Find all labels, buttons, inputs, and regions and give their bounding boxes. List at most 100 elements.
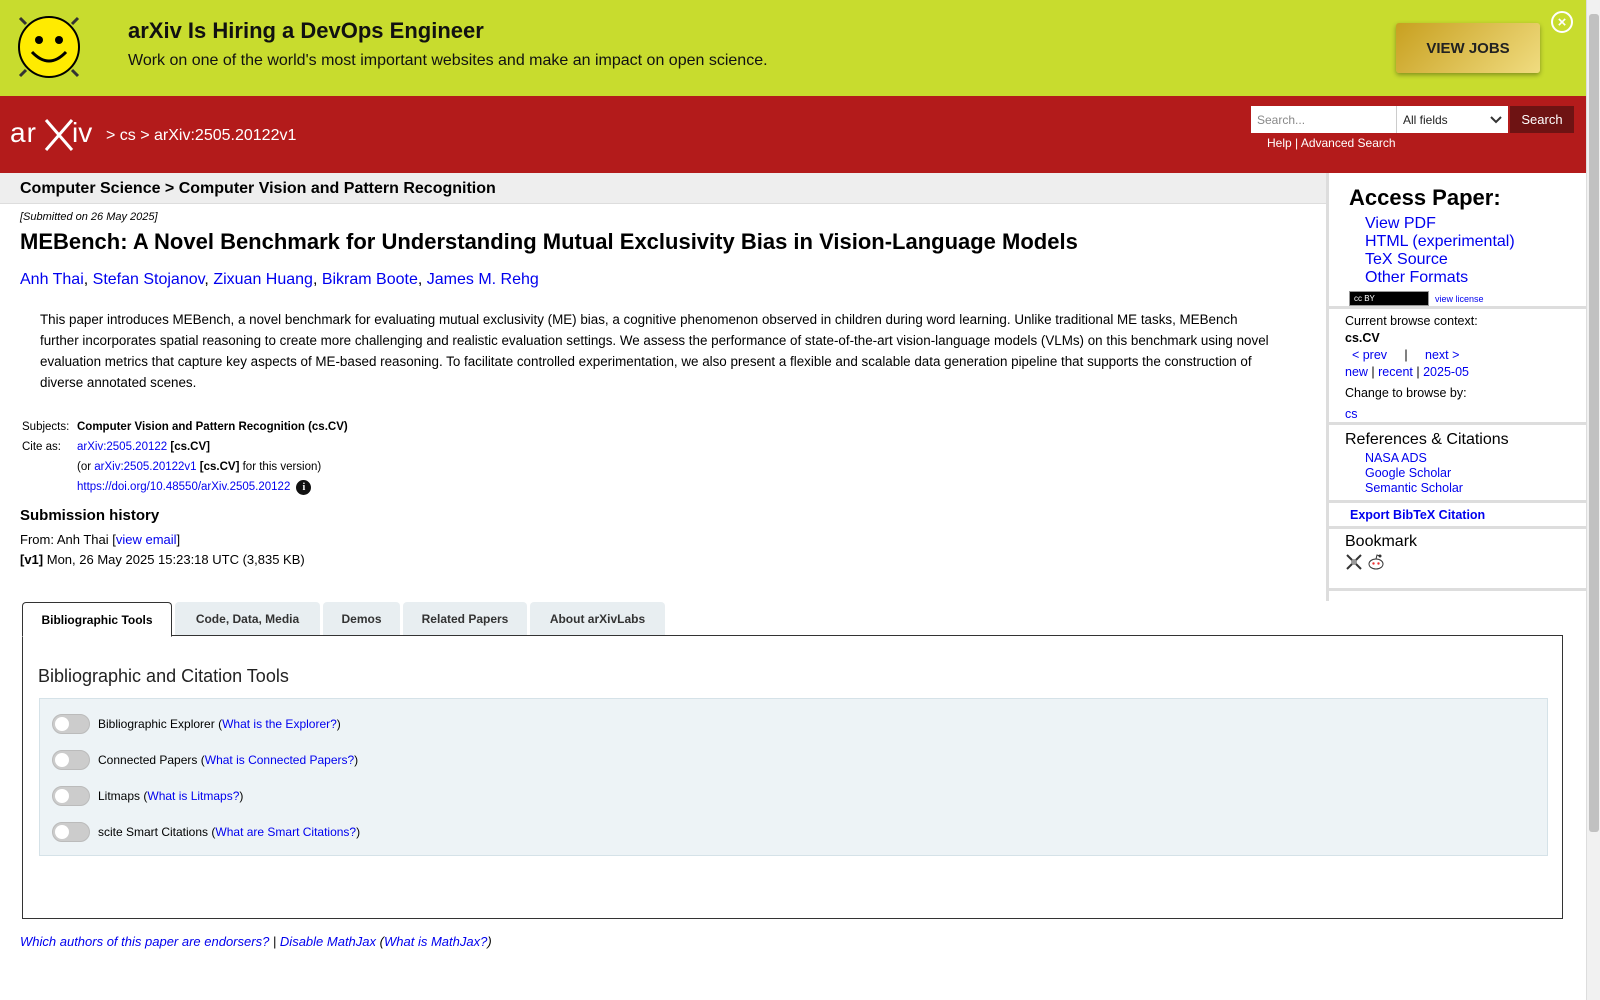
svg-text:iv: iv	[72, 117, 92, 148]
search-input[interactable]: Search...	[1251, 106, 1396, 133]
banner-text: Work on one of the world's most importan…	[128, 52, 768, 69]
prev-link[interactable]: < prev	[1352, 348, 1387, 362]
litmaps-toggle[interactable]	[52, 786, 90, 806]
tool-label: Bibliographic Explorer	[98, 717, 215, 731]
tab-related-papers[interactable]: Related Papers	[403, 602, 527, 635]
export-bibtex-link[interactable]: Export BibTeX Citation	[1350, 508, 1485, 522]
next-link[interactable]: next >	[1425, 348, 1459, 362]
info-icon[interactable]: i	[296, 479, 312, 495]
tool-info-link[interactable]: What is Litmaps?	[147, 789, 239, 803]
tool-row: Bibliographic Explorer (What is the Expl…	[52, 714, 341, 734]
cite-version-link[interactable]: arXiv:2505.20122v1	[94, 461, 196, 473]
context-label: Current browse context:	[1345, 314, 1478, 328]
access-paper-title: Access Paper:	[1349, 185, 1501, 210]
view-email-link[interactable]: view email	[116, 532, 177, 547]
tool-info-link[interactable]: What is Connected Papers?	[205, 753, 354, 767]
view-jobs-button[interactable]: VIEW JOBS	[1396, 23, 1540, 73]
submitted-date: [Submitted on 26 May 2025]	[20, 211, 158, 223]
tab-panel: Bibliographic and Citation Tools Bibliog…	[22, 635, 1563, 919]
subjects-value: Computer Vision and Pattern Recognition …	[77, 421, 348, 433]
cite-link[interactable]: arXiv:2505.20122	[77, 441, 167, 453]
advanced-search-link[interactable]: Advanced Search	[1301, 136, 1396, 150]
browse-cs-link[interactable]: cs	[1345, 407, 1358, 421]
cite-category: [cs.CV]	[170, 441, 210, 453]
author-link[interactable]: Anh Thai	[20, 271, 84, 288]
google-scholar-link[interactable]: Google Scholar	[1365, 466, 1451, 480]
semantic-scholar-link[interactable]: Semantic Scholar	[1365, 481, 1463, 495]
search-field-select[interactable]: All fields	[1396, 106, 1508, 133]
category-path: Computer Science > Computer Vision and P…	[20, 180, 496, 197]
metadata-table: Subjects: Computer Vision and Pattern Re…	[20, 417, 348, 497]
tool-row: Connected Papers (What is Connected Pape…	[52, 750, 358, 770]
breadcrumb-cs[interactable]: cs	[120, 127, 136, 144]
nasa-ads-link[interactable]: NASA ADS	[1365, 451, 1427, 465]
bibliographic-explorer-toggle[interactable]	[52, 714, 90, 734]
doi-link[interactable]: https://doi.org/10.48550/arXiv.2505.2012…	[77, 481, 290, 493]
sidebar: Access Paper: View PDF HTML (experimenta…	[1326, 173, 1586, 601]
panel-title: Bibliographic and Citation Tools	[38, 666, 289, 686]
submission-from: From: Anh Thai [view email]	[20, 532, 181, 547]
new-link[interactable]: new	[1345, 365, 1368, 379]
tab-demos[interactable]: Demos	[323, 602, 400, 635]
view-pdf-link[interactable]: View PDF	[1365, 215, 1436, 232]
view-license-link[interactable]: view license	[1435, 294, 1484, 304]
bookmark-title: Bookmark	[1345, 533, 1418, 550]
site-header: ar iv > cs > arXiv:2505.20122v1 Search..…	[0, 96, 1586, 173]
smiley-logo-icon	[18, 16, 80, 78]
page-scrollbar[interactable]	[1586, 0, 1600, 1000]
scite-toggle[interactable]	[52, 822, 90, 842]
recent-link[interactable]: recent	[1378, 365, 1413, 379]
search-field-value: All fields	[1403, 112, 1448, 127]
tool-info-link[interactable]: What is the Explorer?	[222, 717, 337, 731]
html-link[interactable]: HTML (experimental)	[1365, 233, 1515, 250]
search-links: Help | Advanced Search	[1267, 136, 1396, 150]
tools-box: Bibliographic Explorer (What is the Expl…	[39, 698, 1548, 856]
bookmark-block: Bookmark	[1329, 529, 1586, 591]
search-button[interactable]: Search	[1510, 106, 1574, 133]
svg-text:ar: ar	[10, 117, 37, 148]
author-link[interactable]: Zixuan Huang	[213, 271, 313, 288]
browse-context-block: Current browse context: cs.CV < prev | n…	[1329, 309, 1586, 425]
tab-code-data-media[interactable]: Code, Data, Media	[175, 602, 320, 635]
abstract: This paper introduces MEBench, a novel b…	[40, 312, 1269, 390]
author-link[interactable]: Stefan Stojanov	[93, 271, 205, 288]
tool-row: scite Smart Citations (What are Smart Ci…	[52, 822, 360, 842]
version-1: [v1] Mon, 26 May 2025 15:23:18 UTC (3,83…	[20, 552, 305, 567]
what-is-mathjax-link[interactable]: What is MathJax?	[384, 934, 487, 949]
month-link[interactable]: 2025-05	[1423, 365, 1469, 379]
banner-title: arXiv Is Hiring a DevOps Engineer	[128, 18, 484, 43]
change-browse-label: Change to browse by:	[1345, 386, 1467, 400]
cite-version-category: [cs.CV]	[199, 461, 240, 473]
tool-label: scite Smart Citations	[98, 825, 209, 839]
tab-about-arxivlabs[interactable]: About arXivLabs	[530, 602, 665, 635]
close-icon[interactable]: ×	[1551, 11, 1573, 33]
connected-papers-toggle[interactable]	[52, 750, 90, 770]
author-link[interactable]: Bikram Boote	[322, 271, 418, 288]
disable-mathjax-link[interactable]: Disable MathJax	[280, 934, 376, 949]
other-formats-link[interactable]: Other Formats	[1365, 269, 1468, 286]
bibsonomy-icon[interactable]	[1345, 553, 1363, 571]
category-header: Computer Science > Computer Vision and P…	[0, 173, 1326, 204]
reddit-icon[interactable]	[1367, 553, 1385, 571]
references-title: References & Citations	[1345, 431, 1509, 448]
tab-bibliographic-tools[interactable]: Bibliographic Tools	[22, 602, 172, 637]
hiring-banner: arXiv Is Hiring a DevOps Engineer Work o…	[0, 0, 1586, 96]
chevron-down-icon	[1490, 115, 1502, 123]
tex-source-link[interactable]: TeX Source	[1365, 251, 1448, 268]
references-block: References & Citations NASA ADS Google S…	[1329, 425, 1586, 503]
tool-info-link[interactable]: What are Smart Citations?	[215, 825, 356, 839]
help-link[interactable]: Help	[1267, 136, 1292, 150]
author-link[interactable]: James M. Rehg	[427, 271, 539, 288]
scrollbar-thumb[interactable]	[1589, 14, 1599, 832]
cc-license-badge[interactable]: cc BY	[1349, 291, 1429, 306]
submission-history-title: Submission history	[20, 507, 160, 524]
footer-links: Which authors of this paper are endorser…	[20, 934, 492, 949]
endorsers-link[interactable]: Which authors of this paper are endorser…	[20, 934, 269, 949]
cite-or-text: (or	[77, 461, 92, 473]
bibtex-block: Export BibTeX Citation	[1329, 503, 1586, 529]
subjects-label: Subjects:	[22, 421, 70, 433]
arxiv-logo[interactable]: ar iv	[10, 116, 102, 154]
cite-for-text: for this version)	[242, 461, 322, 473]
tool-row: Litmaps (What is Litmaps?)	[52, 786, 243, 806]
tool-label: Connected Papers	[98, 753, 198, 767]
